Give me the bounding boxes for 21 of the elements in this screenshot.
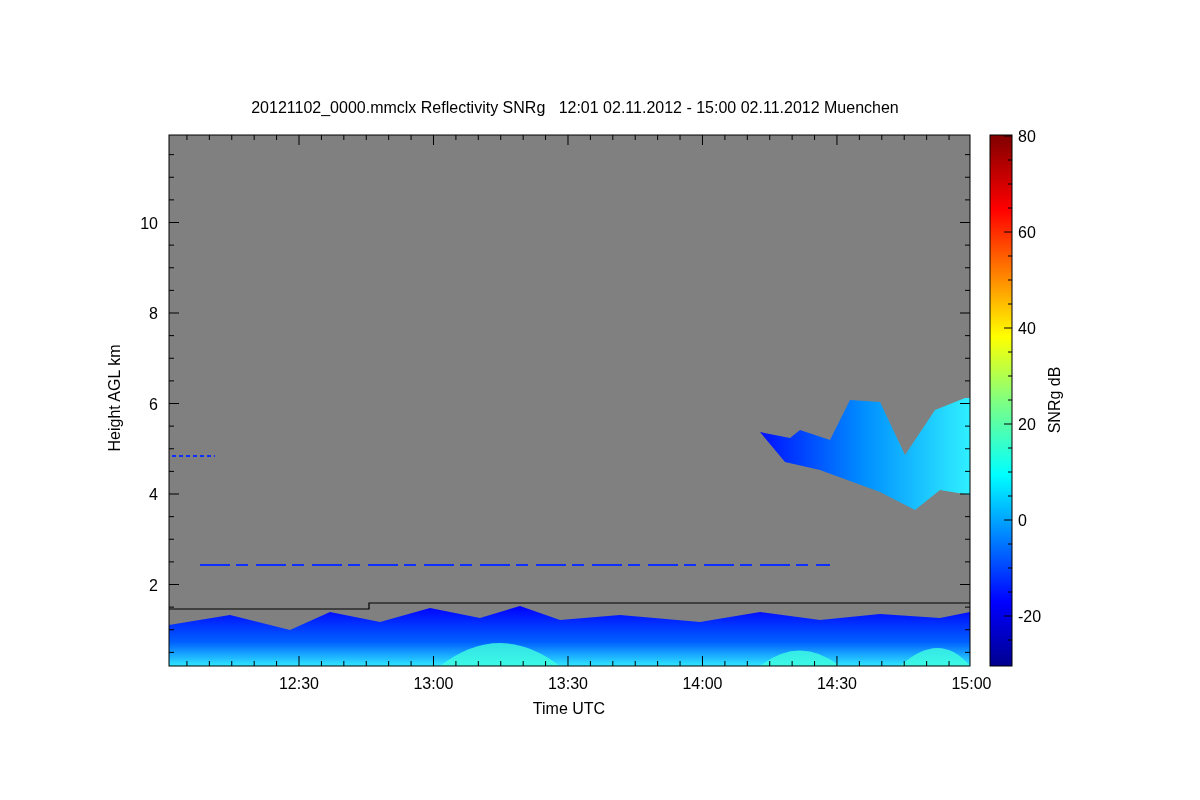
x-tick-label: 14:00 — [682, 675, 723, 692]
y-tick-label: 8 — [149, 305, 158, 322]
colorbar-tick-label: 0 — [1018, 512, 1027, 529]
y-tick-label: 6 — [149, 395, 158, 413]
x-tick-label: 13:30 — [547, 675, 588, 692]
colorbar-tick-label: 40 — [1018, 320, 1036, 337]
x-tick-label: 14:30 — [816, 675, 857, 692]
colorbar-tick-label: -20 — [1018, 608, 1042, 625]
x-tick-label: 13:00 — [413, 675, 454, 692]
x-axis-label: Time UTC — [532, 700, 606, 717]
colorbar-label: SNRg dB — [1046, 366, 1063, 434]
y-tick-label: 2 — [149, 576, 158, 594]
plot-title: 20121102_0000.mmclx Reflectivity SNRg 12:01 02.11.2012 - 15:00 02.11.2012 Muenchen — [251, 99, 899, 116]
y-tick-label: 4 — [149, 486, 158, 503]
colorbar-tick-label: 60 — [1018, 224, 1036, 241]
y-axis-label: Height AGL km — [106, 344, 123, 452]
colorbar-tick-label: 20 — [1018, 416, 1036, 433]
colorbar-tick-label: 80 — [1018, 128, 1036, 145]
x-tick-label: 15:00 — [951, 675, 992, 692]
x-tick-label: 12:30 — [279, 675, 320, 692]
y-tick-label: 10 — [140, 214, 158, 232]
